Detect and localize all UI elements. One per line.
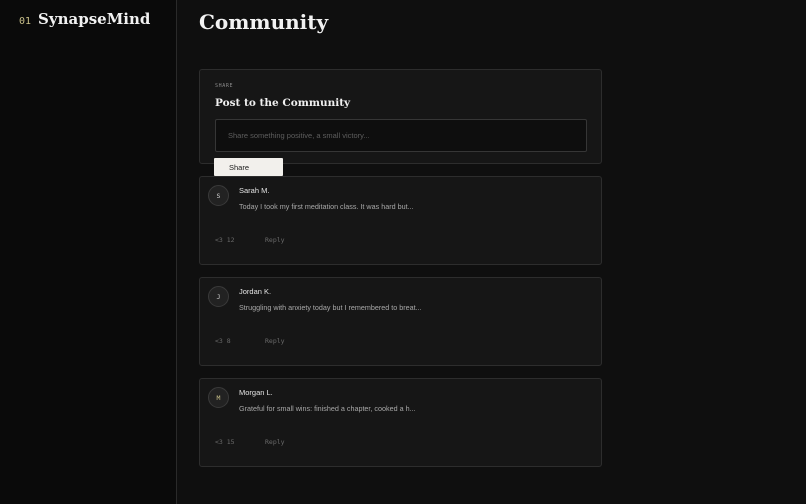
post-author[interactable]: Sarah M. — [239, 186, 269, 195]
reply-button[interactable]: Reply — [265, 438, 285, 446]
reply-button[interactable]: Reply — [265, 337, 285, 345]
share-button[interactable]: Share — [214, 158, 283, 176]
brand[interactable]: 01 SynapseMind — [19, 10, 150, 28]
like-button[interactable]: <3 8 — [215, 337, 231, 345]
page-title: Community — [199, 10, 329, 34]
avatar: M — [208, 387, 229, 408]
main-content: Community SHARE Post to the Community S … — [177, 0, 806, 504]
brand-name: SynapseMind — [38, 10, 151, 28]
app-window: 01 SynapseMind Community SHARE Post to t… — [0, 0, 806, 504]
sidebar: 01 SynapseMind — [0, 0, 177, 504]
avatar: S — [208, 185, 229, 206]
like-button[interactable]: <3 12 — [215, 236, 235, 244]
post-composer: SHARE Post to the Community — [199, 69, 602, 164]
post-card: S Sarah M. Today I took my first meditat… — [199, 176, 602, 265]
avatar: J — [208, 286, 229, 307]
like-button[interactable]: <3 15 — [215, 438, 235, 446]
post-text: Struggling with anxiety today but I reme… — [239, 303, 422, 312]
post-author[interactable]: Morgan L. — [239, 388, 273, 397]
composer-title: Post to the Community — [215, 97, 351, 109]
post-card: J Jordan K. Struggling with anxiety toda… — [199, 277, 602, 366]
composer-eyebrow: SHARE — [215, 83, 234, 89]
post-text: Today I took my first meditation class. … — [239, 202, 414, 211]
post-card: M Morgan L. Grateful for small wins: fin… — [199, 378, 602, 467]
post-text: Grateful for small wins: finished a chap… — [239, 404, 416, 413]
composer-input[interactable] — [215, 119, 587, 152]
brand-number: 01 — [19, 16, 32, 27]
post-author[interactable]: Jordan K. — [239, 287, 271, 296]
reply-button[interactable]: Reply — [265, 236, 285, 244]
